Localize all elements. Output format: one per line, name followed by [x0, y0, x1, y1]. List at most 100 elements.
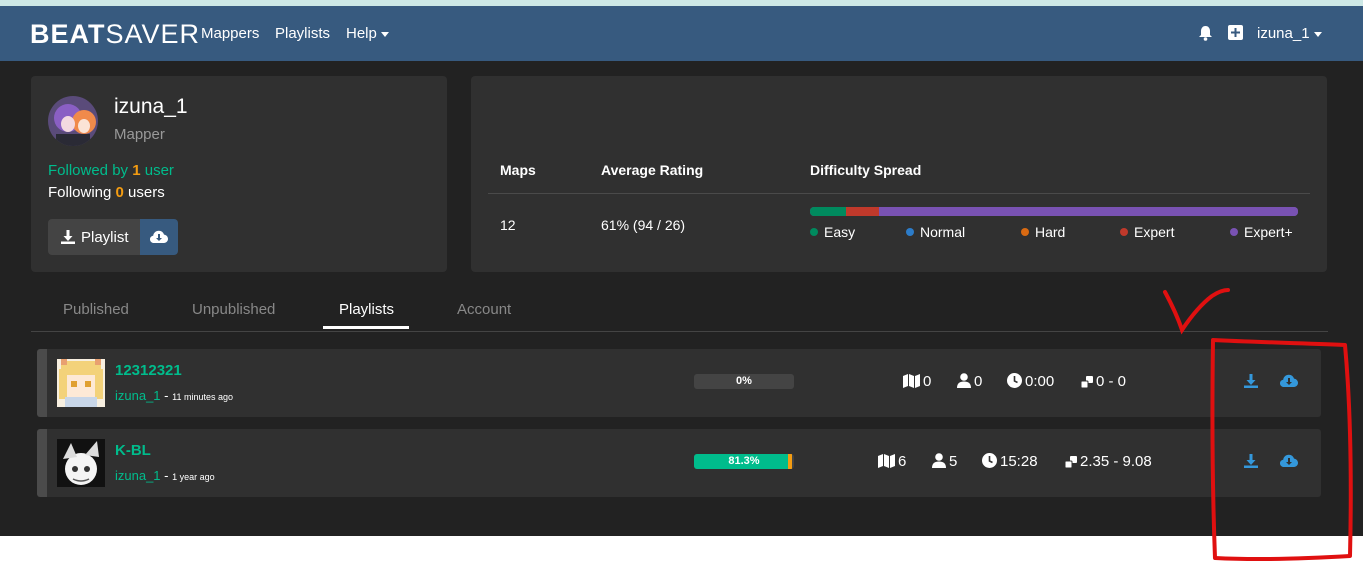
- tab-account[interactable]: Account: [457, 301, 511, 318]
- navbar: BEATSAVER Mappers Playlists Help izuna_1: [0, 6, 1363, 61]
- active-tab-indicator: [323, 326, 409, 329]
- profile-role: Mapper: [114, 126, 165, 143]
- legend-expert-plus-label: Expert+: [1244, 224, 1293, 240]
- dot-normal: [906, 228, 914, 236]
- author-separator: -: [160, 468, 173, 483]
- followers-count: 1: [132, 162, 141, 179]
- following-count: 0: [115, 184, 124, 201]
- cloud-download-icon: [150, 230, 168, 249]
- legend-easy: Easy: [810, 224, 855, 240]
- chevron-down-icon: [1313, 31, 1322, 37]
- stat-rating-header: Average Rating: [601, 162, 704, 178]
- download-playlist-label: Playlist: [81, 229, 129, 246]
- cloud-download-icon[interactable]: [1280, 374, 1298, 393]
- stats-card: Maps Average Rating Difficulty Spread 12…: [471, 76, 1327, 272]
- user-menu-label: izuna_1: [1257, 25, 1310, 42]
- one-click-playlist-button[interactable]: [140, 219, 178, 255]
- playlist-row: 12312321 izuna_1 - 11 minutes ago 0% 0 0…: [37, 349, 1321, 417]
- followers-link[interactable]: Followed by 1 user: [48, 162, 174, 179]
- playlist-progress-bar: 0%: [694, 374, 794, 389]
- playlist-author[interactable]: izuna_1: [115, 388, 161, 403]
- spread-segment-easy: [810, 207, 846, 216]
- map-count-value: 0: [923, 373, 932, 390]
- playlist-progress-bar: 81.3%: [694, 454, 794, 469]
- mapper-count: 0: [957, 373, 982, 390]
- playlist-row: K-BL izuna_1 - 1 year ago 81.3% 6 5 15:2…: [37, 429, 1321, 497]
- difficulty-spread-bar: [810, 207, 1298, 216]
- following-suffix: users: [123, 184, 165, 201]
- playlist-author-line: izuna_1 - 1 year ago: [115, 468, 215, 483]
- map-count: 0: [903, 373, 931, 390]
- legend-expert-label: Expert: [1134, 224, 1175, 240]
- playlist-cover[interactable]: [57, 359, 105, 407]
- dot-hard: [1021, 228, 1029, 236]
- page-body: izuna_1 Mapper Followed by 1 user Follow…: [0, 61, 1363, 536]
- avatar: [48, 96, 98, 146]
- progress-label: 0%: [736, 375, 752, 387]
- legend-easy-label: Easy: [824, 224, 856, 240]
- nav-help[interactable]: Help: [346, 25, 389, 43]
- clock-icon: [1007, 373, 1022, 388]
- mapper-count-value: 0: [974, 373, 983, 390]
- nps-icon: [1080, 376, 1093, 389]
- plus-square-icon[interactable]: [1228, 25, 1243, 45]
- followers-suffix: user: [140, 162, 174, 179]
- clock-icon: [982, 453, 997, 468]
- nav-playlists[interactable]: Playlists: [275, 25, 330, 43]
- tab-unpublished[interactable]: Unpublished: [192, 301, 275, 318]
- playlist-author[interactable]: izuna_1: [115, 468, 161, 483]
- mapper-count: 5: [932, 453, 957, 470]
- legend-expert: Expert: [1120, 224, 1174, 240]
- following-prefix: Following: [48, 184, 116, 201]
- duration: 0:00: [1007, 373, 1054, 390]
- chevron-down-icon: [380, 31, 389, 37]
- mapper-count-value: 5: [949, 453, 958, 470]
- stat-maps-value: 12: [500, 217, 516, 233]
- following-link[interactable]: Following 0 users: [48, 184, 165, 201]
- nav-mappers[interactable]: Mappers: [201, 25, 259, 43]
- tabs-divider: [31, 331, 1328, 332]
- nps-icon: [1064, 456, 1077, 469]
- duration: 15:28: [982, 453, 1038, 470]
- spread-segment-expert: [846, 207, 879, 216]
- duration-value: 15:28: [1000, 453, 1038, 470]
- download-icon[interactable]: [1244, 374, 1258, 393]
- tab-published[interactable]: Published: [63, 301, 129, 318]
- tab-playlists[interactable]: Playlists: [339, 301, 394, 318]
- legend-hard-label: Hard: [1035, 224, 1066, 240]
- profile-username: izuna_1: [114, 95, 188, 118]
- duration-value: 0:00: [1025, 373, 1055, 390]
- brand-logo[interactable]: BEATSAVER: [30, 20, 200, 48]
- map-count: 6: [878, 453, 906, 470]
- dot-expert: [1120, 228, 1128, 236]
- author-separator: -: [160, 388, 173, 403]
- playlist-title[interactable]: 12312321: [115, 362, 182, 379]
- progress-label: 81.3%: [728, 455, 760, 467]
- nps-range: 0 - 0: [1080, 373, 1127, 390]
- download-playlist-button[interactable]: Playlist: [48, 219, 140, 255]
- map-count-value: 6: [898, 453, 907, 470]
- profile-card: izuna_1 Mapper Followed by 1 user Follow…: [31, 76, 447, 272]
- user-menu[interactable]: izuna_1: [1257, 25, 1322, 43]
- playlist-author-line: izuna_1 - 11 minutes ago: [115, 388, 233, 403]
- map-icon: [878, 454, 895, 468]
- dot-easy: [810, 228, 818, 236]
- nps-range-value: 0 - 0: [1096, 373, 1127, 390]
- download-icon[interactable]: [1244, 454, 1258, 473]
- download-icon: [61, 230, 75, 248]
- user-icon: [932, 453, 946, 468]
- nav-help-label: Help: [346, 25, 377, 42]
- nps-range-value: 2.35 - 9.08: [1080, 453, 1152, 470]
- playlist-time: 11 minutes ago: [172, 392, 233, 402]
- playlist-title[interactable]: K-BL: [115, 442, 151, 459]
- playlist-cover[interactable]: [57, 439, 105, 487]
- stat-maps-header: Maps: [500, 162, 536, 178]
- bell-icon[interactable]: [1198, 25, 1213, 46]
- legend-normal-label: Normal: [920, 224, 966, 240]
- legend-normal: Normal: [906, 224, 965, 240]
- user-icon: [957, 373, 971, 388]
- cloud-download-icon[interactable]: [1280, 454, 1298, 473]
- stats-divider: [488, 193, 1310, 194]
- nps-range: 2.35 - 9.08: [1064, 453, 1152, 470]
- followers-prefix: Followed by: [48, 162, 133, 179]
